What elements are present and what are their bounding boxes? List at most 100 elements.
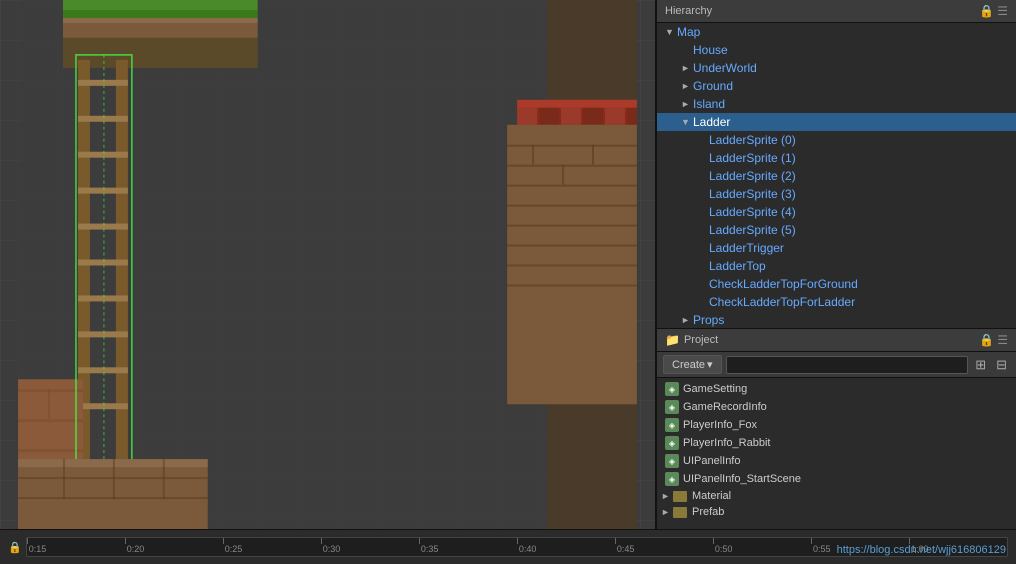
hierarchy-item-label: Ladder (693, 115, 730, 129)
project-item-playerinfo_fox[interactable]: ◈ PlayerInfo_Fox (657, 416, 1016, 434)
folder-label: Prefab (692, 506, 724, 518)
ruler-mark: 0:35 (419, 537, 517, 554)
project-item-playerinfo_rabbit[interactable]: ◈ PlayerInfo_Rabbit (657, 434, 1016, 452)
hierarchy-item-ground[interactable]: ► Ground (657, 77, 1016, 95)
ruler-mark: 0:15 (27, 537, 125, 554)
right-panel: Hierarchy 🔒 ☰ ▼ Map House ► UnderWorld ►… (656, 0, 1016, 529)
hierarchy-title: Hierarchy (665, 5, 712, 17)
hierarchy-item-ladder[interactable]: ▼ Ladder (657, 113, 1016, 131)
main-area: Hierarchy 🔒 ☰ ▼ Map House ► UnderWorld ►… (0, 0, 1016, 529)
project-content: ◈ GameSetting ◈ GameRecordInfo ◈ PlayerI… (657, 378, 1016, 529)
expand-arrow: ▼ (681, 117, 693, 127)
ruler-mark-label: 0:20 (127, 544, 145, 554)
project-icons: ⊞ ⊟ (972, 356, 1010, 374)
hierarchy-item-label: Ground (693, 79, 733, 93)
hierarchy-item-label: LadderSprite (3) (709, 187, 796, 201)
hierarchy-item-label: LadderSprite (1) (709, 151, 796, 165)
hierarchy-item-label: LadderTrigger (709, 241, 784, 255)
folder-icon (673, 491, 687, 502)
ruler-mark-label: 0:30 (323, 544, 341, 554)
file-icon: ◈ (665, 454, 679, 468)
hierarchy-item-house[interactable]: House (657, 41, 1016, 59)
hierarchy-item-label: Props (693, 313, 724, 327)
hierarchy-item-label: House (693, 43, 728, 57)
hierarchy-item-laddersprite0[interactable]: LadderSprite (0) (657, 131, 1016, 149)
game-scene (0, 0, 655, 529)
hierarchy-item-label: UnderWorld (693, 61, 757, 75)
hierarchy-item-label: LadderSprite (2) (709, 169, 796, 183)
project-header-icons: 🔒 ☰ (979, 333, 1008, 347)
project-search-input[interactable] (726, 356, 969, 374)
ruler-mark-label: 0:55 (813, 544, 831, 554)
watermark-link[interactable]: https://blog.csdn.net/wjj616806129 (837, 544, 1006, 556)
project-item-uipanelinfo[interactable]: ◈ UIPanelInfo (657, 452, 1016, 470)
project-item-label: PlayerInfo_Fox (683, 419, 757, 431)
project-folder-prefab[interactable]: ► Prefab (657, 504, 1016, 520)
project-view-icon[interactable]: ⊞ (972, 356, 989, 374)
ruler-mark-label: 0:40 (519, 544, 537, 554)
hierarchy-item-props[interactable]: ► Props (657, 311, 1016, 329)
hierarchy-item-label: LadderSprite (4) (709, 205, 796, 219)
project-item-uipanelinfo_startscene[interactable]: ◈ UIPanelInfo_StartScene (657, 470, 1016, 488)
project-list: ◈ GameSetting ◈ GameRecordInfo ◈ PlayerI… (657, 380, 1016, 520)
hierarchy-item-laddertop[interactable]: LadderTop (657, 257, 1016, 275)
ruler-mark: 0:50 (713, 537, 811, 554)
create-button[interactable]: Create ▾ (663, 355, 722, 374)
ruler-mark-label: 0:50 (715, 544, 733, 554)
hierarchy-item-laddersprite4[interactable]: LadderSprite (4) (657, 203, 1016, 221)
ruler-mark: 0:30 (321, 537, 419, 554)
project-item-gamerecordinfo[interactable]: ◈ GameRecordInfo (657, 398, 1016, 416)
file-icon: ◈ (665, 382, 679, 396)
hierarchy-item-label: Map (677, 25, 700, 39)
ruler-mark-label: 0:35 (421, 544, 439, 554)
timeline-lock-icon[interactable]: 🔒 (8, 541, 22, 554)
hierarchy-header-icons: 🔒 ☰ (979, 4, 1008, 18)
project-item-label: GameSetting (683, 383, 747, 395)
project-folder-material[interactable]: ► Material (657, 488, 1016, 504)
expand-arrow: ► (681, 63, 693, 73)
file-icon: ◈ (665, 436, 679, 450)
hierarchy-item-laddersprite3[interactable]: LadderSprite (3) (657, 185, 1016, 203)
hierarchy-item-underworld[interactable]: ► UnderWorld (657, 59, 1016, 77)
ruler-mark-label: 0:45 (617, 544, 635, 554)
hierarchy-list: ▼ Map House ► UnderWorld ► Ground ► Isla… (657, 23, 1016, 329)
menu-icon[interactable]: ☰ (997, 4, 1008, 18)
hierarchy-item-label: LadderSprite (5) (709, 223, 796, 237)
ruler-mark: 0:20 (125, 537, 223, 554)
ruler-mark-label: 0:25 (225, 544, 243, 554)
ruler-mark: 0:25 (223, 537, 321, 554)
folder-arrow: ► (661, 507, 671, 517)
project-item-gamesetting[interactable]: ◈ GameSetting (657, 380, 1016, 398)
folder-arrow: ► (661, 491, 671, 501)
project-lock-icon[interactable]: 🔒 (979, 333, 994, 347)
hierarchy-header: Hierarchy 🔒 ☰ (657, 0, 1016, 23)
folder-icon (673, 507, 687, 518)
hierarchy-panel: Hierarchy 🔒 ☰ ▼ Map House ► UnderWorld ►… (657, 0, 1016, 329)
hierarchy-item-laddersprite1[interactable]: LadderSprite (1) (657, 149, 1016, 167)
hierarchy-item-island[interactable]: ► Island (657, 95, 1016, 113)
project-title: Project (684, 334, 718, 346)
file-icon: ◈ (665, 472, 679, 486)
project-item-label: UIPanelInfo_StartScene (683, 473, 801, 485)
folder-small-icon: 📁 (665, 333, 680, 347)
hierarchy-item-label: LadderTop (709, 259, 766, 273)
project-filter-icon[interactable]: ⊟ (993, 356, 1010, 374)
ruler-mark: 0:45 (615, 537, 713, 554)
lock-icon[interactable]: 🔒 (979, 4, 994, 18)
hierarchy-item-checkLadderTopForGround[interactable]: CheckLadderTopForGround (657, 275, 1016, 293)
ruler-mark: 0:40 (517, 537, 615, 554)
project-item-label: UIPanelInfo (683, 455, 740, 467)
hierarchy-item-label: CheckLadderTopForLadder (709, 295, 855, 309)
hierarchy-item-laddersprite2[interactable]: LadderSprite (2) (657, 167, 1016, 185)
hierarchy-item-laddertrigger[interactable]: LadderTrigger (657, 239, 1016, 257)
hierarchy-item-checkLadderTopForLadder[interactable]: CheckLadderTopForLadder (657, 293, 1016, 311)
project-menu-icon[interactable]: ☰ (997, 333, 1008, 347)
project-item-label: GameRecordInfo (683, 401, 767, 413)
expand-arrow: ► (681, 315, 693, 325)
hierarchy-item-label: Island (693, 97, 725, 111)
scene-view (0, 0, 656, 529)
expand-arrow: ► (681, 81, 693, 91)
hierarchy-item-map[interactable]: ▼ Map (657, 23, 1016, 41)
hierarchy-item-laddersprite5[interactable]: LadderSprite (5) (657, 221, 1016, 239)
chevron-down-icon: ▾ (707, 358, 713, 371)
